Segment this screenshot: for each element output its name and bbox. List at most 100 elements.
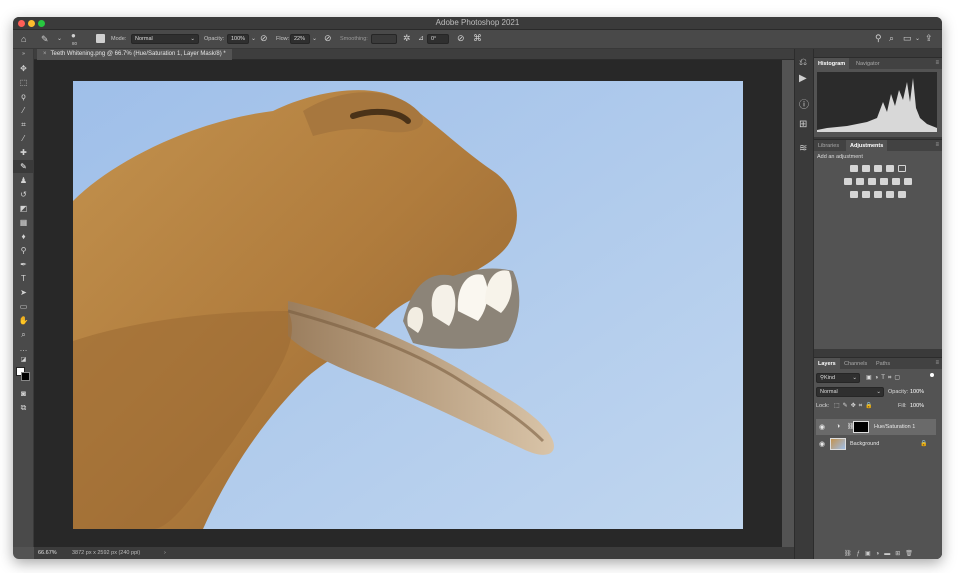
default-colors-icon[interactable]: ◪: [13, 354, 34, 367]
brush-tool-icon[interactable]: ✎: [41, 35, 49, 44]
chevron-down-icon[interactable]: ⌄: [312, 36, 317, 42]
quick-select-tool-icon[interactable]: ⁄: [13, 104, 34, 117]
history-brush-tool-icon[interactable]: ↺: [13, 188, 34, 201]
tab-libraries[interactable]: Libraries: [814, 140, 843, 151]
panel-menu-icon[interactable]: ≡: [935, 360, 939, 366]
gradient-map-icon[interactable]: [886, 191, 894, 198]
color-balance-icon[interactable]: [856, 178, 864, 185]
tab-adjustments[interactable]: Adjustments: [846, 140, 888, 151]
lasso-tool-icon[interactable]: ϙ: [13, 90, 34, 103]
layer-row-background[interactable]: ◉ Background 🔒: [816, 436, 936, 452]
layer-name[interactable]: Hue/Saturation 1: [874, 424, 915, 430]
angle-input[interactable]: 0°: [427, 34, 449, 44]
airbrush-icon[interactable]: ⊘: [324, 34, 332, 43]
layer-row-hue-saturation[interactable]: ◉ ◑ ⛓ Hue/Saturation 1: [816, 419, 936, 435]
blur-tool-icon[interactable]: ♦: [13, 230, 34, 243]
mode-select[interactable]: Normal ⌄: [131, 34, 199, 44]
symmetry-icon[interactable]: ⌘: [473, 34, 482, 43]
chevron-down-icon[interactable]: ⌄: [251, 36, 256, 42]
screen-mode-icon[interactable]: ⧉: [13, 401, 34, 414]
adjustments-panel-icon[interactable]: ≋: [799, 143, 807, 154]
photo-filter-icon[interactable]: [880, 178, 888, 185]
brush-preset-icon[interactable]: ●: [71, 32, 76, 40]
brush-tool-icon[interactable]: ✎: [13, 160, 34, 173]
chevron-down-icon[interactable]: ⌄: [915, 36, 920, 42]
collapse-icon[interactable]: »: [13, 51, 34, 57]
properties-panel-icon[interactable]: ⊞: [799, 119, 807, 130]
magnifier-icon[interactable]: ⌕: [889, 34, 894, 43]
layer-kind-filter[interactable]: ⚲Kind ⌄: [816, 373, 860, 383]
eraser-tool-icon[interactable]: ◩: [13, 202, 34, 215]
blend-mode-select[interactable]: Normal ⌄: [816, 387, 884, 397]
opacity-input[interactable]: 100%: [227, 34, 249, 44]
shape-tool-icon[interactable]: ▭: [13, 300, 34, 313]
layer-mask-thumbnail[interactable]: [853, 421, 869, 433]
clone-stamp-tool-icon[interactable]: ♟: [13, 174, 34, 187]
share-icon[interactable]: ⇪: [925, 34, 933, 43]
hand-tool-icon[interactable]: ✋: [13, 314, 34, 327]
eye-icon[interactable]: ◉: [819, 440, 825, 448]
background-color-swatch[interactable]: [21, 372, 30, 381]
path-select-tool-icon[interactable]: ➤: [13, 286, 34, 299]
eyedropper-tool-icon[interactable]: ⁄: [13, 132, 34, 145]
fill-value[interactable]: 100%: [910, 403, 924, 409]
channel-mixer-icon[interactable]: [892, 178, 900, 185]
move-tool-icon[interactable]: ✥: [13, 62, 34, 75]
document-canvas[interactable]: [73, 81, 743, 529]
pressure-opacity-icon[interactable]: ⊘: [260, 34, 268, 43]
layer-thumbnail[interactable]: [830, 438, 846, 450]
selective-color-icon[interactable]: [898, 191, 906, 198]
layer-opacity-value[interactable]: 100%: [910, 389, 924, 395]
gear-icon[interactable]: ✲: [403, 34, 411, 43]
flow-input[interactable]: 22%: [290, 34, 310, 44]
quick-mask-icon[interactable]: ◙: [13, 387, 34, 400]
dodge-tool-icon[interactable]: ⚲: [13, 244, 34, 257]
layer-actions-bar[interactable]: ⛓ƒ▣◑▬⊞🗑: [814, 547, 942, 559]
panel-menu-icon[interactable]: ≡: [935, 60, 939, 66]
healing-tool-icon[interactable]: ✚: [13, 146, 34, 159]
tab-paths[interactable]: Paths: [872, 358, 894, 369]
workspace-icon[interactable]: ▭: [903, 34, 912, 43]
document-info[interactable]: 3872 px x 2592 px (240 ppi): [72, 550, 140, 556]
vibrance-icon[interactable]: [898, 165, 906, 172]
eye-icon[interactable]: ◉: [819, 423, 825, 431]
tab-navigator[interactable]: Navigator: [852, 58, 884, 69]
pen-tool-icon[interactable]: ✒: [13, 258, 34, 271]
panel-menu-icon[interactable]: ≡: [935, 142, 939, 148]
tab-channels[interactable]: Channels: [840, 358, 871, 369]
levels-icon[interactable]: [862, 165, 870, 172]
threshold-icon[interactable]: [874, 191, 882, 198]
brightness-contrast-icon[interactable]: [850, 165, 858, 172]
marquee-tool-icon[interactable]: ⬚: [13, 76, 34, 89]
chevron-right-icon[interactable]: ›: [164, 550, 166, 556]
gradient-tool-icon[interactable]: ▦: [13, 216, 34, 229]
tab-histogram[interactable]: Histogram: [814, 58, 850, 69]
document-tab[interactable]: × Teeth Whitening.png @ 66.7% (Hue/Satura…: [37, 49, 232, 60]
exposure-icon[interactable]: [886, 165, 894, 172]
posterize-icon[interactable]: [862, 191, 870, 198]
tab-layers[interactable]: Layers: [814, 358, 840, 369]
pressure-size-icon[interactable]: ⊘: [457, 34, 465, 43]
crop-tool-icon[interactable]: ⌗: [13, 118, 34, 131]
color-lookup-icon[interactable]: [904, 178, 912, 185]
type-tool-icon[interactable]: T: [13, 272, 34, 285]
layer-filter-icons[interactable]: ▣◑T⌗▢: [866, 374, 903, 382]
hue-saturation-icon[interactable]: [844, 178, 852, 185]
info-panel-icon[interactable]: ⓘ: [799, 96, 809, 111]
chevron-down-icon[interactable]: ⌄: [57, 36, 62, 42]
filter-toggle-icon[interactable]: [930, 373, 934, 377]
lock-icons[interactable]: ⬚✎✥⌗🔒: [834, 402, 876, 410]
canvas-area[interactable]: [34, 60, 782, 547]
black-white-icon[interactable]: [868, 178, 876, 185]
history-panel-icon[interactable]: ⎌: [799, 57, 807, 68]
search-icon[interactable]: ⚲: [875, 34, 882, 43]
smoothing-input[interactable]: [371, 34, 397, 44]
layer-name[interactable]: Background: [850, 441, 879, 447]
zoom-level[interactable]: 66.67%: [38, 550, 57, 556]
close-icon[interactable]: ×: [43, 51, 47, 57]
actions-panel-icon[interactable]: ▶: [799, 73, 807, 84]
invert-icon[interactable]: [850, 191, 858, 198]
home-icon[interactable]: ⌂: [21, 35, 26, 44]
zoom-tool-icon[interactable]: ⌕: [13, 328, 34, 341]
curves-icon[interactable]: [874, 165, 882, 172]
